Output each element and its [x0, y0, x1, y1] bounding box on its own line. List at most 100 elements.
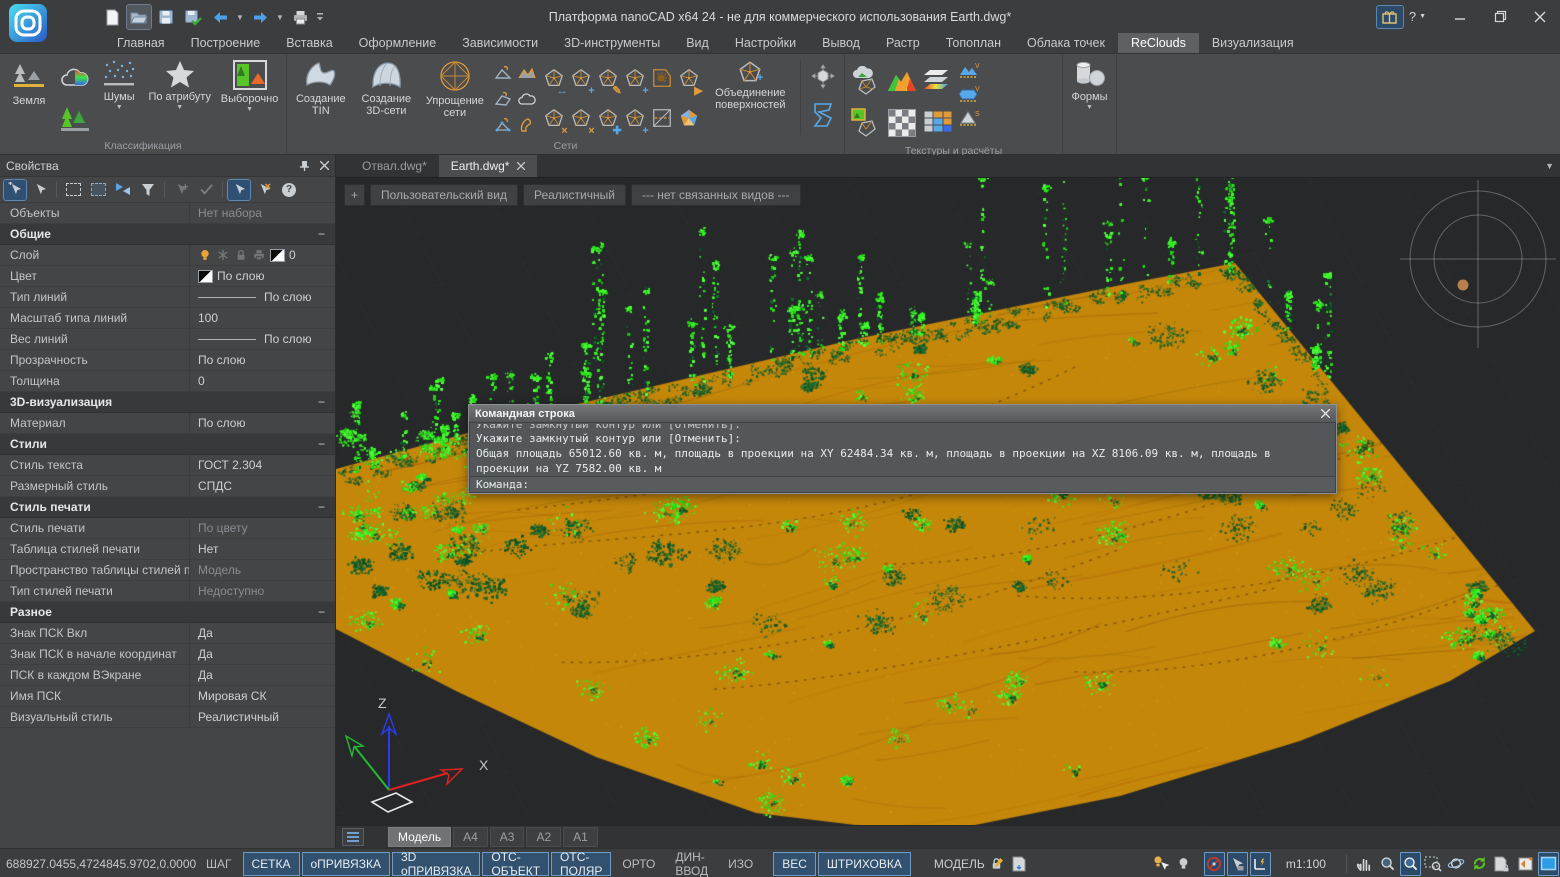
select-window-tool[interactable] — [62, 180, 84, 200]
redo-button[interactable] — [248, 5, 272, 29]
pin-icon[interactable] — [299, 160, 310, 172]
clean-screen-icon[interactable] — [1538, 852, 1559, 876]
ribbon-tab[interactable]: Вставка — [273, 33, 345, 53]
cloud-to-mesh-icon[interactable] — [848, 60, 884, 102]
mesh-area-icon[interactable] — [649, 58, 676, 98]
mesh-insert-icon[interactable]: + — [622, 98, 649, 138]
apply-tool[interactable] — [195, 180, 217, 200]
status-toggle[interactable]: ОТС-ОБЪЕКТ — [482, 852, 549, 876]
fullscreen-icon[interactable] — [1515, 852, 1536, 876]
status-toggle[interactable]: ШАГ — [197, 852, 241, 876]
viewport-control-button[interactable]: Пользовательский вид — [370, 184, 518, 206]
property-value[interactable]: 0 — [190, 374, 335, 388]
dynamic-ucs-icon[interactable] — [1250, 852, 1271, 876]
volume-pyramid-icon[interactable]: S — [958, 109, 980, 129]
select-add-tool[interactable] — [4, 180, 26, 200]
sheet-lock-icon[interactable] — [1492, 852, 1513, 876]
property-value[interactable]: Реалистичный — [190, 710, 335, 724]
mesh-move-vertex-icon[interactable]: ✚ — [595, 98, 622, 138]
property-value[interactable]: Да — [190, 626, 335, 640]
regen-icon[interactable] — [1469, 852, 1490, 876]
status-toggle[interactable]: ШТРИХОВКА — [818, 852, 911, 876]
save-all-button[interactable] — [181, 5, 205, 29]
selection-cycling-icon[interactable] — [1227, 852, 1248, 876]
collapse-icon[interactable]: − — [318, 605, 325, 619]
layered-surfaces-icon[interactable] — [920, 60, 956, 102]
model-viewport[interactable]: Z X +Пользовательский видРеалистичный---… — [336, 177, 1560, 825]
status-toggle[interactable]: ОРТО — [613, 852, 664, 876]
layout-tab-A4[interactable]: A4 — [453, 827, 488, 847]
gift-icon[interactable] — [1377, 6, 1403, 28]
property-value[interactable]: По слою — [190, 269, 335, 283]
highlight-tool[interactable] — [228, 180, 250, 200]
mesh-section-icon[interactable] — [649, 98, 676, 138]
mesh-play-icon[interactable]: ▶ — [676, 58, 703, 98]
ribbon-tab[interactable]: Зависимости — [449, 33, 551, 53]
status-toggle[interactable]: СЕТКА — [243, 852, 300, 876]
property-section-header[interactable]: 3D-визуализация− — [0, 392, 335, 413]
mesh-edge-swap-icon[interactable]: ↔ — [541, 58, 568, 98]
collapse-icon[interactable]: − — [318, 500, 325, 514]
height-colors-icon[interactable] — [884, 60, 920, 102]
mesh-range-icon[interactable] — [515, 60, 539, 86]
create-tin-button[interactable]: Создание TIN — [290, 56, 352, 139]
volume-mountain-icon[interactable]: V — [958, 61, 980, 81]
classify-selective-button[interactable]: Выборочно ▼ — [216, 56, 283, 139]
command-window-titlebar[interactable]: Командная строка — [469, 405, 1336, 423]
tab-close-icon[interactable] — [517, 162, 525, 170]
filter-tool[interactable] — [137, 180, 159, 200]
save-button[interactable] — [154, 5, 178, 29]
mesh-cloud-icon[interactable] — [515, 86, 539, 112]
command-line-window[interactable]: Командная строка Укажите замкнутый конту… — [468, 404, 1337, 494]
layout-list-icon[interactable] — [342, 828, 364, 846]
flatten-points-icon[interactable] — [491, 112, 515, 138]
classify-vegetation-button[interactable] — [57, 99, 93, 137]
property-section-header[interactable]: Общие− — [0, 224, 335, 245]
ribbon-tab[interactable]: Главная — [104, 33, 178, 53]
srs-disabled-icon[interactable] — [1204, 852, 1225, 876]
property-value[interactable]: По слою — [190, 416, 335, 430]
property-value[interactable]: Да — [190, 647, 335, 661]
document-tab[interactable]: Отвал.dwg* — [350, 155, 439, 177]
layout-tab-Модель[interactable]: Модель — [388, 827, 451, 847]
point-cloud-canvas[interactable] — [336, 178, 1560, 825]
collapse-icon[interactable]: − — [318, 437, 325, 451]
status-toggle[interactable]: ИЗО — [719, 852, 762, 876]
minimize-button[interactable] — [1440, 0, 1480, 33]
property-section-header[interactable]: Разное− — [0, 602, 335, 623]
ribbon-tab[interactable]: Облака точек — [1014, 33, 1118, 53]
viewport-add-button[interactable]: + — [344, 184, 365, 206]
layout-tab-A2[interactable]: A2 — [526, 827, 561, 847]
property-value[interactable]: Нет набора — [190, 206, 335, 220]
ribbon-tab[interactable]: ReClouds — [1118, 33, 1199, 53]
status-toggle[interactable]: оПРИВЯЗКА — [302, 852, 390, 876]
select-crossing-tool[interactable] — [87, 180, 109, 200]
ribbon-tab[interactable]: 3D-инструменты — [551, 33, 673, 53]
layer-lock-icon[interactable] — [234, 248, 248, 262]
help-button[interactable]: ?▼ — [1409, 9, 1426, 24]
annotation-scale[interactable]: m1:100 — [1286, 857, 1326, 871]
classify-by-color-button[interactable] — [57, 59, 93, 97]
zoom-realtime-icon[interactable] — [1400, 852, 1421, 876]
restore-button[interactable] — [1480, 0, 1520, 33]
mesh-delete-vertex-icon[interactable]: × — [568, 98, 595, 138]
new-file-button[interactable] — [100, 5, 124, 29]
property-section-header[interactable]: Стиль печати− — [0, 497, 335, 518]
ribbon-tab[interactable]: Оформление — [346, 33, 450, 53]
layer-freeze-icon[interactable] — [216, 248, 230, 262]
select-tool[interactable] — [29, 180, 51, 200]
property-value[interactable]: Нет — [190, 542, 335, 556]
ribbon-tab[interactable]: Растр — [873, 33, 933, 53]
ribbon-tab[interactable]: Топоплан — [933, 33, 1014, 53]
flatten-triangles-icon[interactable] — [491, 60, 515, 86]
nanocad-logo-icon[interactable] — [8, 3, 48, 43]
mesh-3d-move-button[interactable] — [805, 59, 841, 95]
mesh-add-break-line-icon[interactable]: + — [622, 58, 649, 98]
open-file-button[interactable] — [127, 5, 151, 29]
status-toggle[interactable]: ВЕС — [773, 852, 816, 876]
classify-by-attribute-button[interactable]: По атрибуту ▼ — [145, 56, 214, 139]
viewport-lock-icon[interactable] — [986, 852, 1007, 876]
viewport-control-button[interactable]: --- нет связанных видов --- — [631, 184, 801, 206]
property-value[interactable]: По слою — [190, 353, 335, 367]
viewport-control-button[interactable]: Реалистичный — [523, 184, 626, 206]
